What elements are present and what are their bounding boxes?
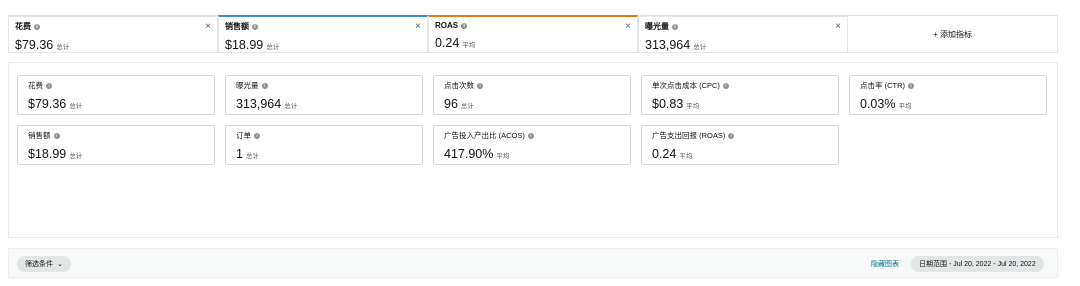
date-range-button[interactable]: 日期范围 - Jul 20, 2022 - Jul 20, 2022 (911, 256, 1044, 272)
selector-value: 96 (444, 97, 458, 111)
selector-value: 313,964 (236, 97, 282, 111)
info-icon[interactable]: i (722, 82, 729, 89)
selector-value: $18.99 (28, 147, 67, 161)
selector-suffix: 总计 (284, 103, 298, 110)
selector-label: 订单 (236, 131, 251, 140)
metric-label: 销售额 (225, 22, 249, 31)
chart-area: 花费 i $79.36 总计 曝光量 i 313,964 总计 点击次数 i 96 总计 单… (8, 62, 1058, 238)
selector-suffix: 平均 (898, 103, 912, 110)
selector-label: 点击次数 (444, 81, 474, 90)
filter-bar: 筛选条件 ⌄ 隐藏图表 日期范围 - Jul 20, 2022 - Jul 20… (8, 248, 1058, 278)
selector-label: 单次点击成本 (CPC) (652, 81, 720, 90)
metric-label: ROAS (435, 21, 459, 30)
chevron-down-icon: ⌄ (57, 261, 63, 268)
selector-card-ctr[interactable]: 点击率 (CTR) i 0.03% 平均 (849, 75, 1047, 115)
metric-card-spend[interactable]: 花费 i $79.36 总计 × (8, 15, 218, 53)
selector-card-acos[interactable]: 广告投入产出比 (ACOS) i 417.90% 平均 (433, 125, 631, 165)
info-icon[interactable]: i (261, 82, 268, 89)
info-icon[interactable]: i (461, 22, 468, 29)
selector-value: 417.90% (444, 147, 494, 161)
selector-label: 点击率 (CTR) (860, 81, 905, 90)
info-icon[interactable]: i (527, 132, 534, 139)
selector-card-impressions[interactable]: 曝光量 i 313,964 总计 (225, 75, 423, 115)
metric-suffix: 总计 (693, 44, 707, 51)
selector-suffix: 平均 (686, 103, 700, 110)
selector-card-roas[interactable]: 广告支出回报 (ROAS) i 0.24 平均 (641, 125, 839, 165)
metric-suffix: 平均 (462, 42, 476, 49)
selector-card-cpc[interactable]: 单次点击成本 (CPC) i $0.83 平均 (641, 75, 839, 115)
selector-card-clicks[interactable]: 点击次数 i 96 总计 (433, 75, 631, 115)
selector-label: 花费 (28, 81, 43, 90)
metric-value: 313,964 (645, 38, 691, 52)
selector-label: 销售额 (28, 131, 51, 140)
metric-card-row: 花费 i $79.36 总计 × 销售额 i $18.99 总计 × ROAS i 0.2… (8, 15, 1058, 53)
metric-label: 曝光量 (645, 22, 669, 31)
info-icon[interactable]: i (728, 132, 735, 139)
selector-suffix: 平均 (679, 153, 693, 160)
selector-suffix: 平均 (496, 153, 510, 160)
hide-chart-link[interactable]: 隐藏图表 (871, 259, 899, 269)
info-icon[interactable]: i (34, 23, 40, 30)
selector-suffix: 总计 (245, 153, 259, 160)
metric-label: 花费 (15, 22, 31, 31)
add-metric-button[interactable]: + 添加指标 (848, 15, 1058, 53)
selector-card-orders[interactable]: 订单 i 1 总计 (225, 125, 423, 165)
filter-label: 筛选条件 (25, 261, 53, 268)
selector-suffix: 总计 (460, 103, 474, 110)
metric-card-impressions[interactable]: 曝光量 i 313,964 总计 × (638, 15, 848, 53)
metric-value: $79.36 (15, 38, 54, 52)
selector-label: 广告支出回报 (ROAS) (652, 131, 726, 140)
selector-card-spend[interactable]: 花费 i $79.36 总计 (17, 75, 215, 115)
filter-button[interactable]: 筛选条件 ⌄ (17, 256, 71, 272)
selector-value: 0.24 (652, 147, 677, 161)
metric-suffix: 总计 (56, 44, 70, 51)
close-icon[interactable]: × (415, 21, 421, 32)
selector-value: 1 (236, 147, 243, 161)
selector-label: 广告投入产出比 (ACOS) (444, 131, 525, 140)
selector-value: $79.36 (28, 97, 67, 111)
selector-card-sales[interactable]: 销售额 i $18.99 总计 (17, 125, 215, 165)
metric-card-roas[interactable]: ROAS i 0.24 平均 × (428, 15, 638, 53)
metric-card-sales[interactable]: 销售额 i $18.99 总计 × (218, 15, 428, 53)
info-icon[interactable]: i (672, 23, 678, 30)
info-icon[interactable]: i (53, 132, 60, 139)
selector-suffix: 总计 (69, 153, 83, 160)
selector-suffix: 总计 (69, 103, 83, 110)
selector-value: 0.03% (860, 97, 896, 111)
info-icon[interactable]: i (254, 132, 260, 139)
selector-value: $0.83 (652, 97, 684, 111)
info-icon[interactable]: i (908, 82, 914, 89)
metric-value: 0.24 (435, 36, 460, 50)
info-icon[interactable]: i (46, 82, 52, 89)
close-icon[interactable]: × (835, 21, 841, 32)
close-icon[interactable]: × (625, 21, 631, 32)
close-icon[interactable]: × (205, 21, 211, 32)
info-icon[interactable]: i (252, 23, 258, 30)
metric-suffix: 总计 (266, 44, 280, 51)
info-icon[interactable]: i (477, 82, 483, 89)
metric-value: $18.99 (225, 38, 264, 52)
selector-label: 曝光量 (236, 81, 259, 90)
